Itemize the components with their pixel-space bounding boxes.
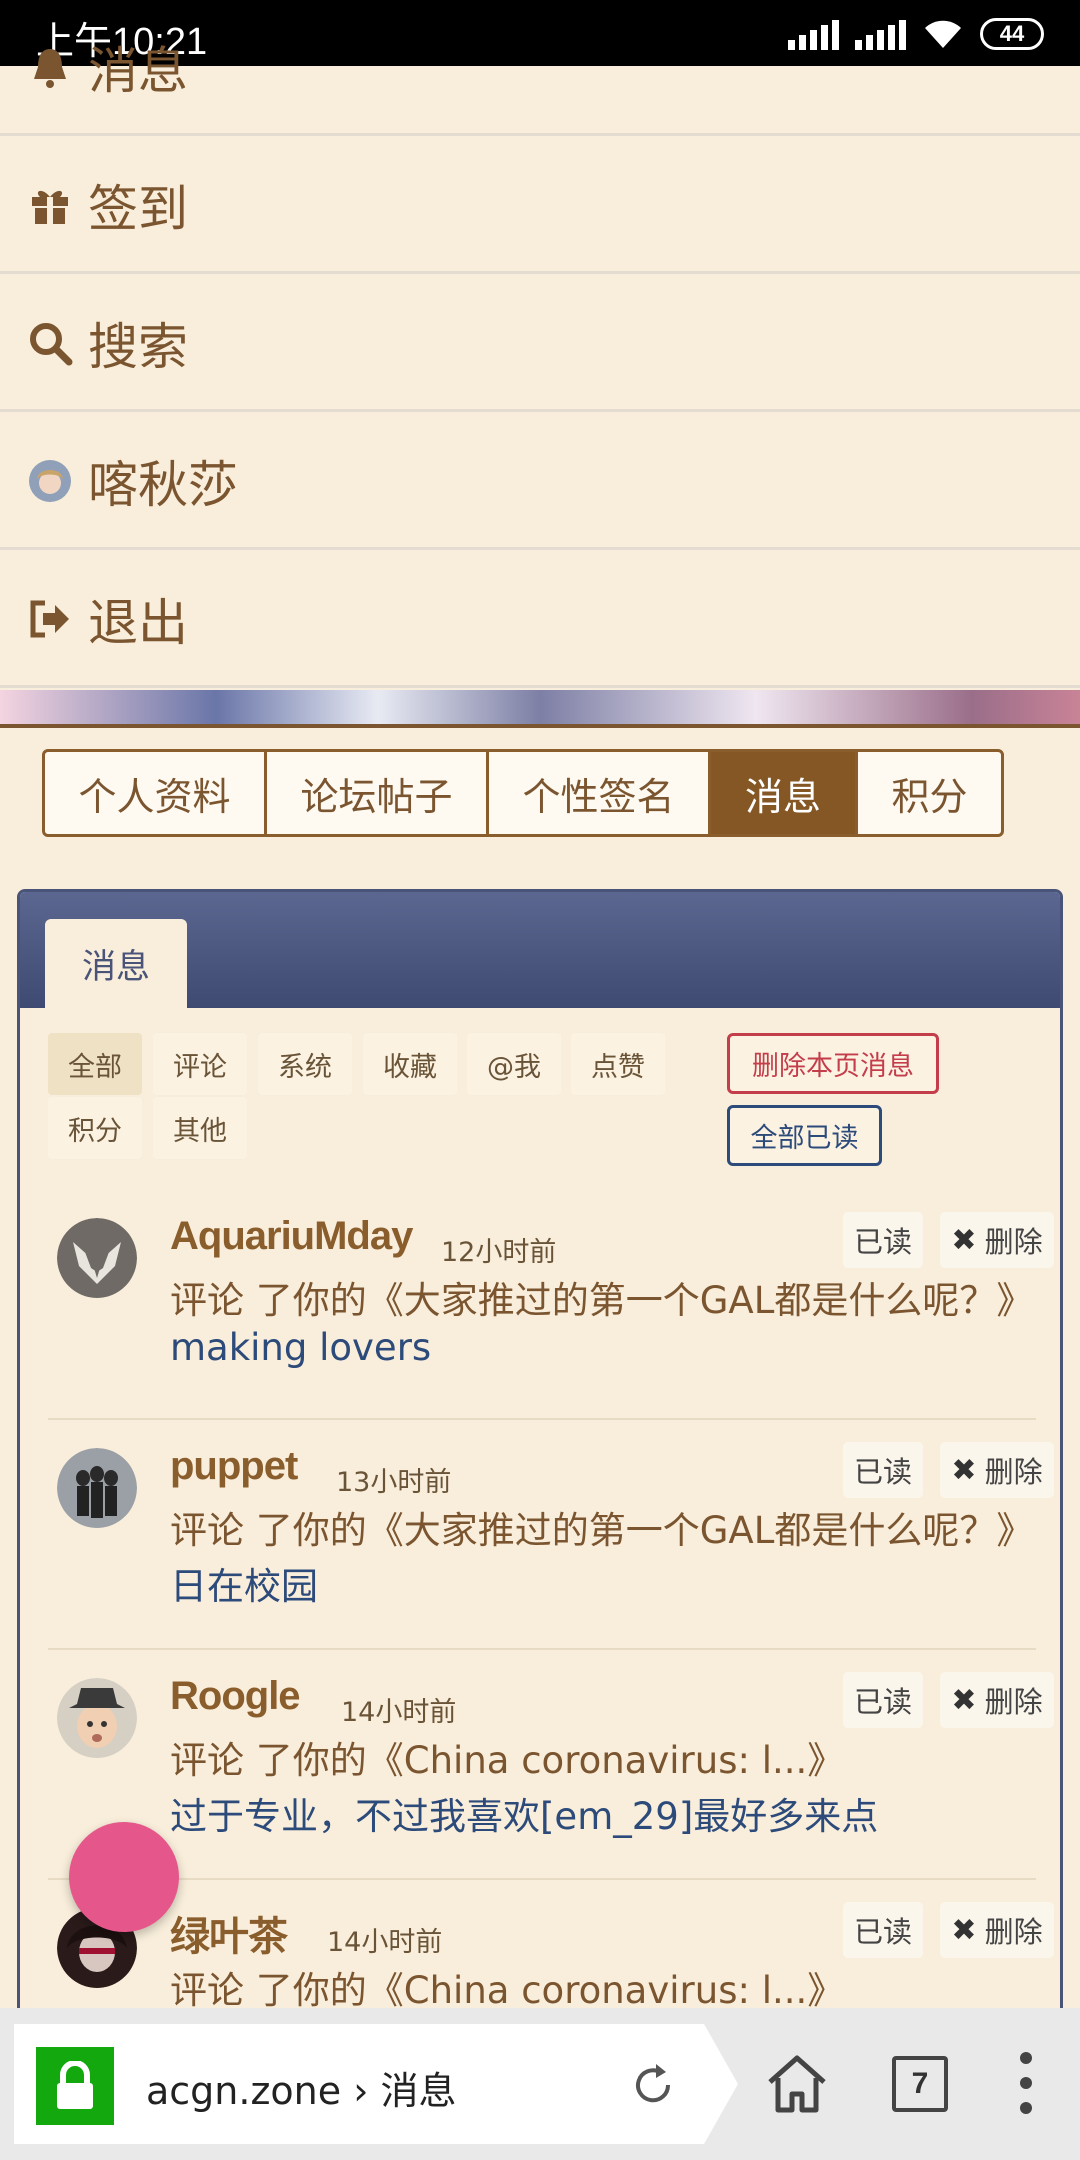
username[interactable]: 绿叶茶 [170,1904,288,1962]
avatar [26,457,74,505]
menu-item-profile[interactable]: 喀秋莎 [0,414,1080,550]
sign-out-icon [26,595,74,643]
username[interactable]: AquariuMday [170,1214,413,1259]
header-banner [0,690,1080,726]
delete-page-messages-button[interactable]: 删除本页消息 [727,1033,939,1094]
delete-button[interactable]: ✖ 删除 [940,1902,1054,1958]
address-bar[interactable]: acgn.zone › 消息 [14,2024,738,2144]
mark-read-button[interactable]: 已读 [843,1442,923,1498]
profile-tabs: 个人资料 论坛帖子 个性签名 消息 积分 [42,749,1004,837]
username[interactable]: Roogle [170,1674,301,1719]
bell-icon [26,43,74,91]
mark-read-button[interactable]: 已读 [843,1902,923,1958]
close-icon: ✖ [951,1452,977,1488]
filter-points[interactable]: 积分 [48,1097,142,1159]
more-menu-icon[interactable] [1018,2052,1034,2114]
mark-read-button[interactable]: 已读 [843,1672,923,1728]
timestamp: 13小时前 [336,1467,452,1498]
timestamp: 12小时前 [441,1237,557,1268]
delete-button[interactable]: ✖ 删除 [940,1442,1054,1498]
browser-toolbar: acgn.zone › 消息 7 [0,2008,1080,2160]
message-text[interactable]: 评论 了你的《大家推过的第一个GAL都是什么呢？》 [170,1500,1033,1554]
filter-comments[interactable]: 评论 [153,1033,247,1095]
message-content[interactable]: making lovers [170,1326,431,1369]
filter-all[interactable]: 全部 [48,1033,142,1095]
avatar[interactable] [57,1448,137,1528]
message-text[interactable]: 评论 了你的《China coronavirus: l...》 [170,1730,844,1784]
filter-other[interactable]: 其他 [153,1097,247,1159]
lock-icon [36,2047,114,2125]
menu-item-search[interactable]: 搜索 [0,276,1080,412]
avatar[interactable] [57,1218,137,1298]
delete-label: 删除 [984,1685,1043,1719]
menu-item-messages[interactable]: 消息 [0,0,1080,136]
timestamp: 14小时前 [341,1697,457,1728]
gift-icon [26,181,74,229]
reload-icon[interactable] [628,2060,678,2110]
menu-item-logout[interactable]: 退出 [0,552,1080,688]
delete-button[interactable]: ✖ 删除 [940,1212,1054,1268]
menu-label: 喀秋莎 [88,455,238,514]
mark-all-read-button[interactable]: 全部已读 [727,1105,882,1166]
search-icon [26,319,74,367]
message-text[interactable]: 评论 了你的《大家推过的第一个GAL都是什么呢？》 [170,1270,1033,1324]
message-content[interactable]: 过于专业，不过我喜欢[em_29]最好多来点 [170,1786,878,1840]
close-icon: ✖ [951,1682,977,1718]
filter-system[interactable]: 系统 [258,1033,352,1095]
divider [0,724,1080,728]
home-icon[interactable] [764,2052,830,2114]
timestamp: 14小时前 [327,1927,443,1958]
url-text[interactable]: acgn.zone › 消息 [146,2060,456,2115]
username[interactable]: puppet [170,1444,298,1489]
list-item: 绿叶茶 14小时前 已读 ✖ 删除 评论 了你的《China coronaviru… [48,1880,1054,2026]
filter-favorites[interactable]: 收藏 [363,1033,457,1095]
tab-profile[interactable]: 个人资料 [45,752,267,834]
close-icon: ✖ [951,1912,977,1948]
delete-button[interactable]: ✖ 删除 [940,1672,1054,1728]
panel-tab-messages[interactable]: 消息 [45,919,187,1008]
list-item: AquariuMday 12小时前 已读 ✖ 删除 评论 了你的《大家推过的第一个… [48,1190,1054,1420]
list-item: Roogle 14小时前 已读 ✖ 删除 评论 了你的《China coronav… [48,1650,1054,1880]
avatar[interactable] [57,1678,137,1758]
filter-mentions[interactable]: @我 [467,1033,561,1095]
filter-likes[interactable]: 点赞 [571,1033,665,1095]
delete-label: 删除 [984,1915,1043,1949]
close-icon: ✖ [951,1222,977,1258]
menu-label: 搜索 [88,317,188,376]
tab-signature[interactable]: 个性签名 [489,752,711,834]
tabs-button[interactable]: 7 [892,2056,948,2112]
tab-points[interactable]: 积分 [858,752,1001,834]
menu-item-checkin[interactable]: 签到 [0,138,1080,274]
tab-messages[interactable]: 消息 [711,752,858,834]
menu-label: 消息 [88,41,188,100]
delete-label: 删除 [984,1225,1043,1259]
floating-action-button[interactable] [69,1822,179,1932]
mark-read-button[interactable]: 已读 [843,1212,923,1268]
message-content[interactable]: 日在校园 [170,1556,318,1610]
tab-forum-posts[interactable]: 论坛帖子 [267,752,489,834]
delete-label: 删除 [984,1455,1043,1489]
list-item: puppet 13小时前 已读 ✖ 删除 评论 了你的《大家推过的第一个GAL都是… [48,1420,1054,1650]
message-text[interactable]: 评论 了你的《China coronavirus: l...》 [170,1960,844,2014]
menu-label: 签到 [88,179,188,238]
menu-label: 退出 [88,593,188,652]
